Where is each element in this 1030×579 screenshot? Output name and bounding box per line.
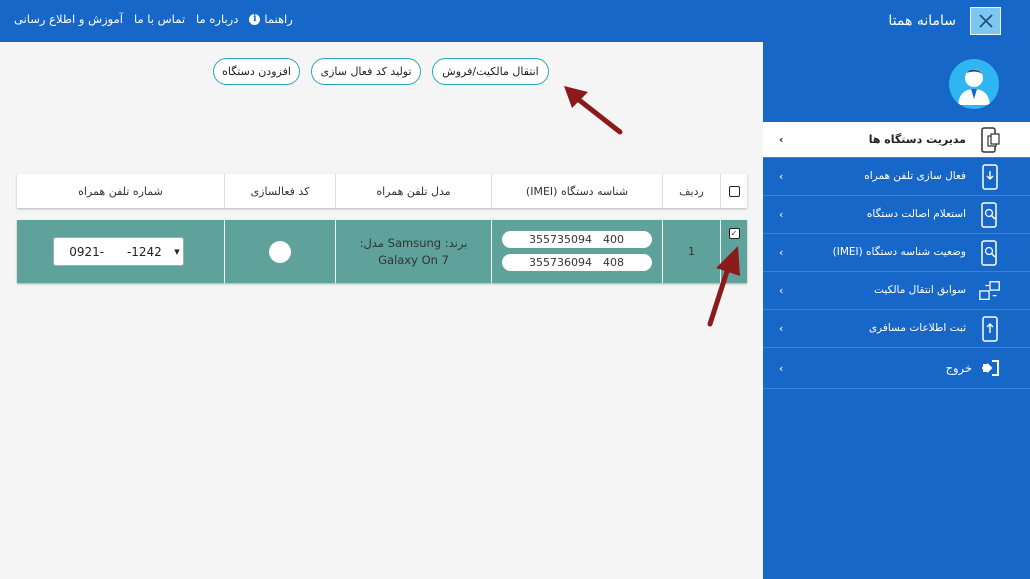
transfer-ownership-button[interactable]: انتقال مالکیت/فروش (432, 58, 549, 85)
imei-1-pill: 355735094 400 (502, 231, 652, 248)
sidebar-item-transfer-history[interactable]: سوابق انتقال مالکیت › (763, 272, 1030, 310)
top-nav: آموزش و اطلاع رسانی تماس با ما درباره ما… (14, 0, 293, 38)
sidebar-item-label: مدیریت دستگاه ها (868, 133, 966, 146)
annotation-arrow-icon (707, 246, 740, 327)
add-device-button[interactable]: افزودن دستگاه (213, 58, 300, 85)
chevron-right-icon: › (779, 170, 784, 183)
row-phone-cell: 0921- -1242 ▼ (17, 220, 224, 283)
row-activation-cell (224, 220, 335, 283)
imei-2-pill: 355736094 408 (502, 254, 652, 271)
select-all-checkbox[interactable] (728, 185, 740, 197)
sidebar-item-label: ثبت اطلاعات مسافری (868, 322, 966, 334)
sidebar: مدیریت دستگاه ها › فعال سازی تلفن همراه … (763, 42, 1030, 579)
info-icon: i (249, 13, 261, 25)
nav-link-about[interactable]: درباره ما (196, 12, 238, 26)
row-model-cell: برند: Samsung مدل: Galaxy On 7 (335, 220, 491, 283)
devices-table-header: ردیف شناسه دستگاه (IMEI) مدل تلفن همراه … (17, 174, 747, 208)
sidebar-item-phone-activation[interactable]: فعال سازی تلفن همراه › (763, 158, 1030, 196)
sidebar-item-label: خروج (945, 361, 972, 375)
nav-link-education[interactable]: آموزش و اطلاع رسانی (14, 12, 123, 26)
sidebar-item-label: فعال سازی تلفن همراه (864, 170, 966, 182)
top-bar: سامانه همتا آموزش و اطلاع رسانی تماس با … (0, 0, 1030, 42)
sidebar-item-label: استعلام اصالت دستگاه (866, 208, 966, 220)
sidebar-menu: مدیریت دستگاه ها › فعال سازی تلفن همراه … (763, 122, 1030, 389)
chevron-right-icon: › (779, 284, 784, 297)
phone-search-icon (978, 196, 1002, 233)
imei-1-prefix: 355735094 (529, 233, 592, 246)
transfer-icon (978, 272, 1002, 309)
phone-upload-icon (978, 310, 1002, 347)
select-all-cell (720, 174, 747, 208)
header-activation-code: کد فعالسازی (224, 174, 335, 208)
chevron-right-icon: › (779, 133, 784, 146)
chevron-right-icon: › (779, 208, 784, 221)
user-avatar (949, 59, 999, 109)
sidebar-item-label: سوابق انتقال مالکیت (874, 284, 966, 296)
phone-search-icon (978, 234, 1002, 271)
row-checkbox[interactable]: ✓ (728, 228, 740, 239)
chevron-right-icon: › (779, 246, 784, 259)
app-title: سامانه همتا (888, 13, 956, 29)
chevron-right-icon: › (779, 322, 784, 335)
close-menu-button[interactable] (970, 7, 1001, 35)
header-model: مدل تلفن همراه (335, 174, 491, 208)
nav-link-help[interactable]: راهنما i (249, 12, 293, 26)
phone-download-icon (978, 158, 1002, 195)
phone-number-select[interactable]: 0921- -1242 ▼ (53, 237, 184, 266)
nav-link-contact[interactable]: تماس با ما (134, 12, 185, 26)
sidebar-item-authenticity-inquiry[interactable]: استعلام اصالت دستگاه › (763, 196, 1030, 234)
header-imei: شناسه دستگاه (IMEI) (491, 174, 662, 208)
user-icon (958, 69, 990, 105)
phone-docs-icon (978, 122, 1002, 157)
generate-activation-code-button[interactable]: تولید کد فعال سازی (311, 58, 421, 85)
row-imei-cell: 355735094 400 355736094 408 (491, 220, 662, 283)
close-icon (978, 14, 993, 28)
chevron-right-icon: › (779, 361, 784, 375)
header-phone-number: شماره تلفن همراه (78, 184, 163, 198)
sidebar-item-exit[interactable]: خروج › (763, 348, 1030, 389)
sidebar-item-traveler-info[interactable]: ثبت اطلاعات مسافری › (763, 310, 1030, 348)
header-row: ردیف (662, 174, 720, 208)
phone-number-value: 0921- -1242 (69, 244, 162, 259)
imei-2-prefix: 355736094 (529, 256, 592, 269)
sidebar-item-label: وضعیت شناسه دستگاه (IMEI) (832, 246, 966, 258)
imei-2-suffix: 408 (603, 256, 624, 269)
imei-1-suffix: 400 (603, 233, 624, 246)
nav-link-help-label: راهنما (264, 12, 293, 26)
annotation-arrow-icon (564, 86, 623, 135)
table-row[interactable]: ✓ 1 355735094 400 355736094 408 برند: Sa… (17, 220, 747, 283)
model-name: Galaxy On 7 (378, 253, 449, 267)
sidebar-item-device-management[interactable]: مدیریت دستگاه ها › (763, 122, 1030, 158)
exit-icon (978, 348, 1002, 388)
activation-radio[interactable] (269, 240, 291, 263)
caret-down-icon: ▼ (174, 247, 180, 256)
sidebar-item-imei-status[interactable]: وضعیت شناسه دستگاه (IMEI) › (763, 234, 1030, 272)
model-brand: برند: Samsung مدل: (359, 236, 468, 250)
